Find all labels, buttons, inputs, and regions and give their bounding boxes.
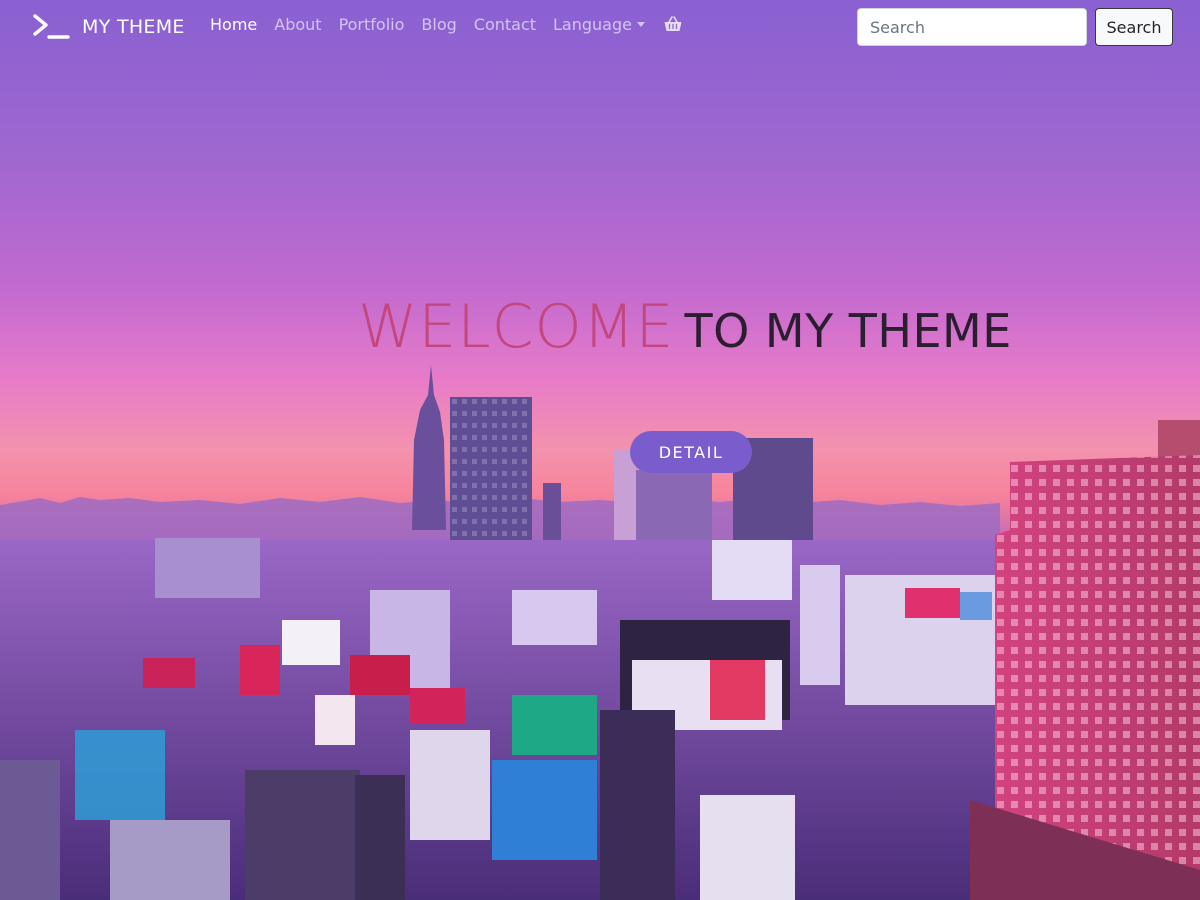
cart-link[interactable] — [662, 15, 683, 34]
language-dropdown-label: Language — [553, 15, 632, 34]
brand-link[interactable]: MY THEME — [32, 12, 185, 42]
nav-link-about[interactable]: About — [274, 15, 321, 34]
nav-link-blog[interactable]: Blog — [421, 15, 456, 34]
top-navbar: MY THEME Home About Portfolio Blog Conta… — [0, 0, 1200, 54]
hero-title-rest: TO MY THEME — [684, 304, 1012, 358]
brand-name: MY THEME — [82, 16, 185, 38]
caret-down-icon — [636, 22, 645, 27]
hero-title: WELCOME TO MY THEME — [358, 292, 1012, 362]
language-dropdown[interactable]: Language — [553, 15, 645, 34]
search-button[interactable]: Search — [1095, 8, 1173, 46]
hero-title-highlight: WELCOME — [358, 292, 675, 362]
shopping-basket-icon — [664, 16, 682, 31]
detail-button[interactable]: DETAIL — [630, 431, 752, 473]
nav-link-home[interactable]: Home — [210, 15, 257, 34]
search-input[interactable] — [857, 8, 1087, 46]
hero-background-cityscape — [0, 365, 1200, 900]
nav-link-contact[interactable]: Contact — [474, 15, 536, 34]
terminal-prompt-icon — [33, 14, 70, 39]
nav-links: Home About Portfolio Blog Contact Langua… — [210, 15, 683, 34]
nav-link-portfolio[interactable]: Portfolio — [339, 15, 405, 34]
